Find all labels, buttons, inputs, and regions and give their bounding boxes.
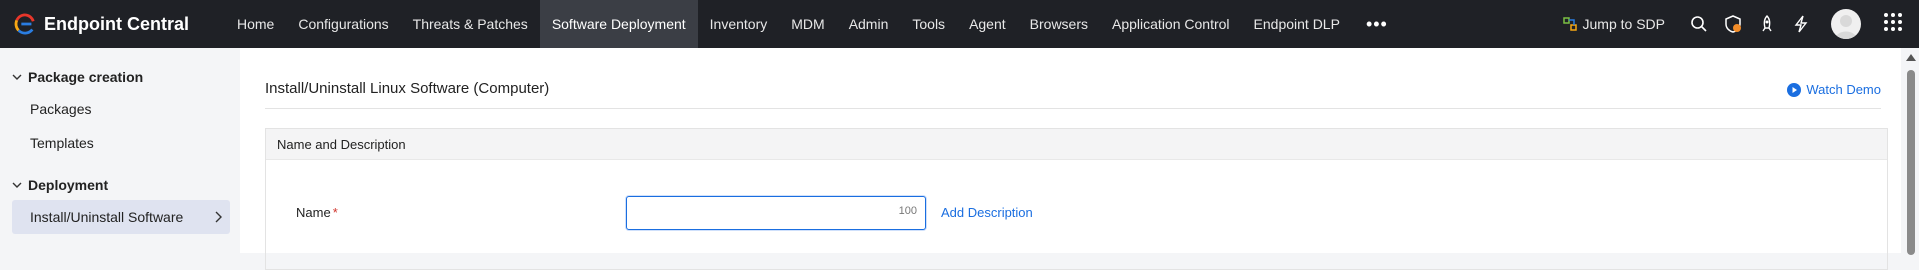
security-shield-icon[interactable] — [1723, 14, 1743, 34]
scrollbar[interactable] — [1901, 48, 1919, 255]
nav-home[interactable]: Home — [225, 0, 286, 48]
add-description-link[interactable]: Add Description — [941, 205, 1033, 220]
sidebar-item-install-uninstall-software[interactable]: Install/Uninstall Software — [12, 200, 230, 234]
nav-software-deployment[interactable]: Software Deployment — [539, 0, 698, 48]
chevron-down-icon — [12, 182, 22, 188]
name-description-panel: Name and Description Name * 100 Add Descr… — [265, 128, 1888, 270]
name-label-text: Name — [296, 205, 331, 220]
header-tools: Jump to SDP — [1562, 0, 1919, 48]
sidebar-item-label: Install/Uninstall Software — [30, 209, 184, 225]
chevron-down-icon — [12, 74, 22, 80]
divider — [265, 108, 1881, 109]
search-icon[interactable] — [1689, 14, 1709, 34]
char-count: 100 — [898, 205, 917, 217]
nav-agent[interactable]: Agent — [957, 0, 1018, 48]
nav-endpoint-dlp[interactable]: Endpoint DLP — [1242, 0, 1352, 48]
sidebar-section-deployment[interactable]: Deployment — [0, 174, 240, 196]
scroll-thumb[interactable] — [1907, 70, 1915, 255]
sdp-icon — [1562, 17, 1577, 31]
nav-browsers[interactable]: Browsers — [1018, 0, 1100, 48]
brand[interactable]: Endpoint Central — [0, 0, 225, 48]
sidebar-section-package-creation[interactable]: Package creation — [0, 66, 240, 88]
play-icon — [1787, 82, 1802, 97]
sidebar: Package creation Packages Templates Depl… — [0, 48, 240, 253]
main-content: Install/Uninstall Linux Software (Comput… — [240, 48, 1901, 270]
sidebar-item-templates[interactable]: Templates — [0, 126, 240, 160]
nav-mdm[interactable]: MDM — [779, 0, 836, 48]
nav-configurations[interactable]: Configurations — [286, 0, 400, 48]
endpoint-central-logo-icon — [14, 13, 35, 35]
brand-name: Endpoint Central — [44, 13, 189, 34]
nav-admin[interactable]: Admin — [837, 0, 901, 48]
top-navigation-bar: Endpoint Central Home Configurations Thr… — [0, 0, 1919, 48]
scroll-up-icon[interactable] — [1906, 54, 1916, 61]
name-field-label: Name * — [296, 205, 338, 220]
page-title: Install/Uninstall Linux Software (Comput… — [265, 80, 550, 97]
nav-threats-patches[interactable]: Threats & Patches — [401, 0, 540, 48]
more-menu-icon[interactable]: ••• — [1352, 0, 1402, 48]
name-input[interactable]: 100 — [626, 196, 926, 230]
rocket-icon[interactable] — [1757, 14, 1777, 34]
watch-demo-link[interactable]: Watch Demo — [1787, 82, 1881, 97]
sidebar-section-label: Deployment — [28, 177, 109, 193]
lightning-icon[interactable] — [1791, 14, 1811, 34]
sidebar-section-label: Package creation — [28, 69, 144, 85]
nav-application-control[interactable]: Application Control — [1100, 0, 1242, 48]
avatar[interactable] — [1831, 9, 1861, 39]
panel-heading: Name and Description — [266, 129, 1887, 160]
watch-demo-label: Watch Demo — [1806, 82, 1881, 97]
sidebar-item-packages[interactable]: Packages — [0, 92, 240, 126]
app-grid-icon[interactable] — [1883, 12, 1903, 37]
jump-to-sdp-label: Jump to SDP — [1582, 16, 1665, 32]
chevron-right-icon — [215, 211, 222, 223]
required-marker: * — [332, 205, 338, 220]
nav-tools[interactable]: Tools — [900, 0, 957, 48]
main-nav: Home Configurations Threats & Patches So… — [225, 0, 1402, 48]
jump-to-sdp-link[interactable]: Jump to SDP — [1562, 16, 1665, 32]
nav-inventory[interactable]: Inventory — [698, 0, 780, 48]
